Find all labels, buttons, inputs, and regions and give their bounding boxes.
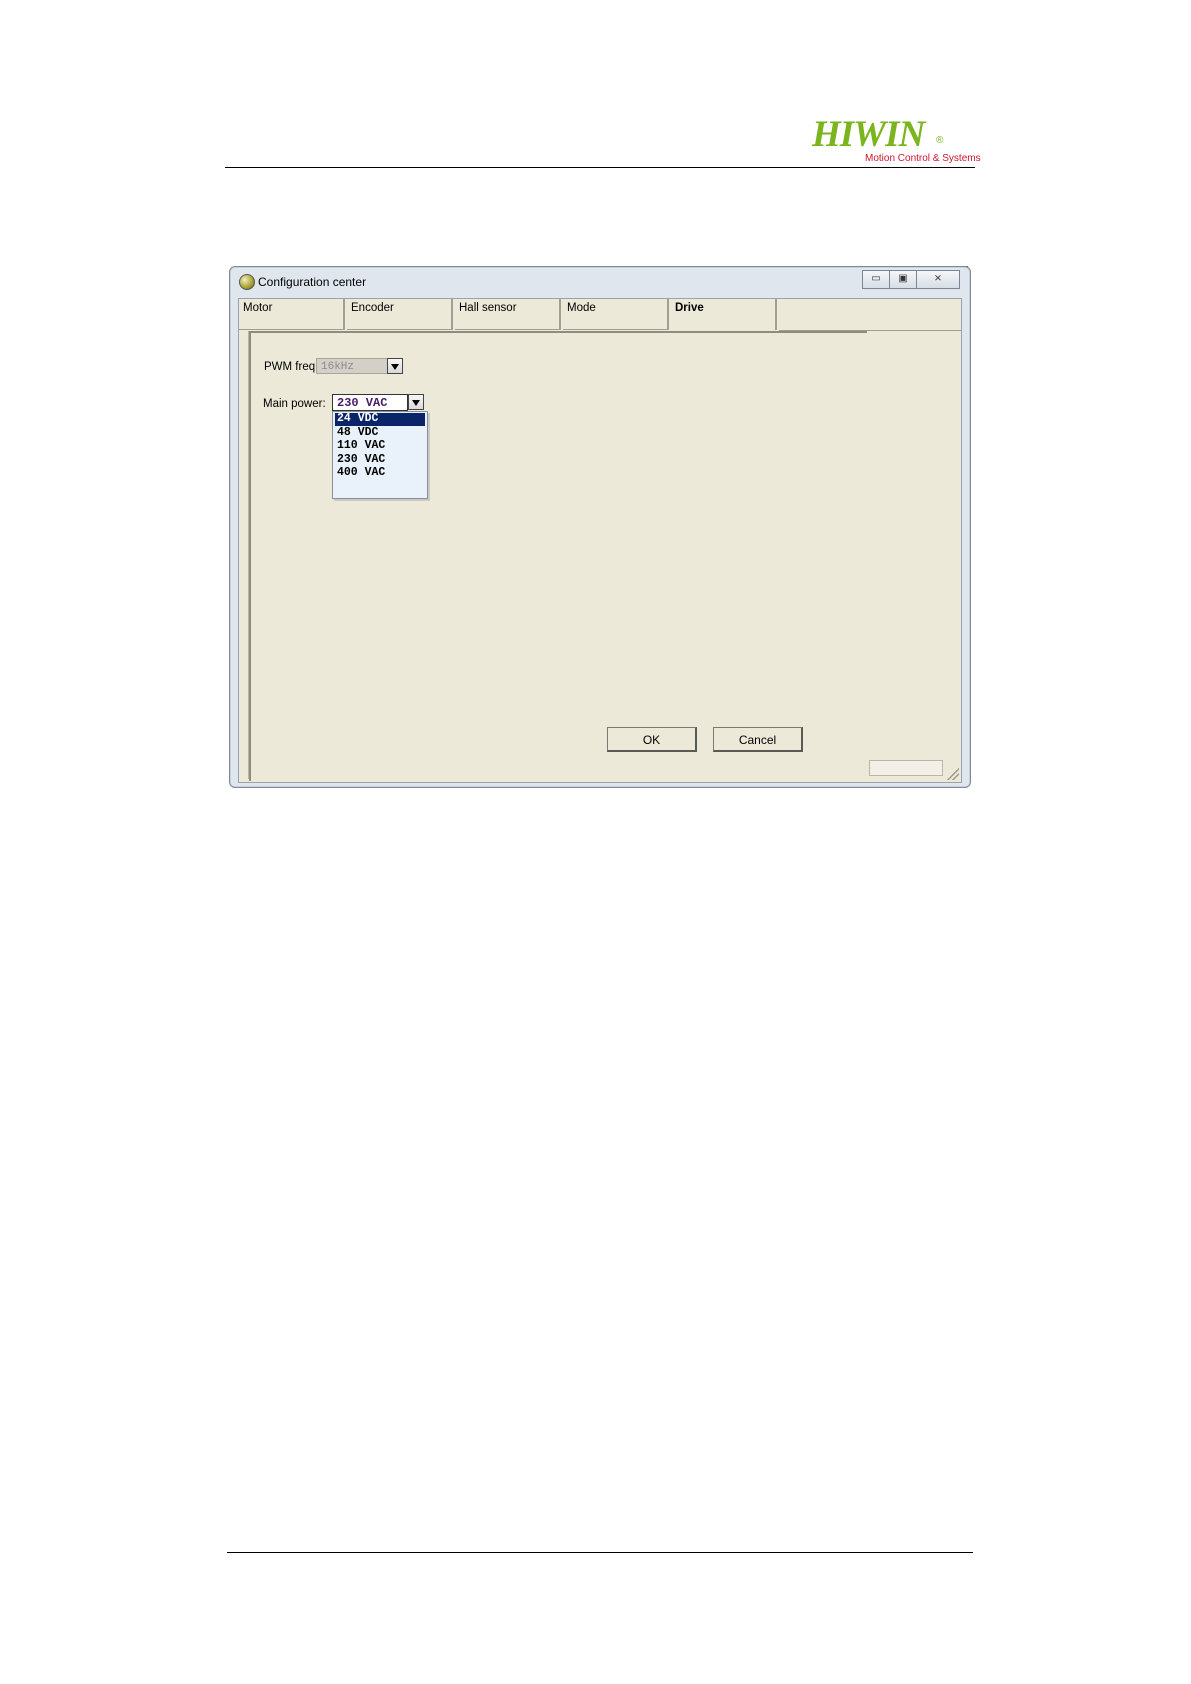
footer-rule	[227, 1552, 973, 1553]
tab-bar: Motor Encoder Hall sensor Mode Drive	[239, 299, 961, 331]
ok-button[interactable]: OK	[607, 727, 697, 752]
tab-encoder[interactable]: Encoder	[347, 299, 453, 330]
main-power-select[interactable]: 230 VAC	[332, 394, 424, 412]
pwm-freq-select[interactable]: 16kHz	[316, 358, 405, 376]
pwm-freq-label: PWM freq.:	[264, 361, 322, 373]
main-power-label: Main power:	[263, 398, 326, 410]
logo-wordmark: HIWIN	[812, 114, 925, 155]
title-bar[interactable]: Configuration center ▭ ▣ ⨯	[230, 267, 970, 295]
status-field	[869, 760, 943, 776]
right-margin	[867, 331, 959, 779]
app-gear-icon	[239, 274, 255, 290]
chevron-down-icon[interactable]	[408, 394, 424, 410]
chevron-down-icon[interactable]	[387, 358, 403, 374]
main-power-dropdown: 24 VDC 48 VDC 110 VAC 230 VAC 400 VAC	[332, 411, 428, 499]
window-client-area: Motor Encoder Hall sensor Mode Drive PWM…	[238, 298, 962, 783]
cancel-button[interactable]: Cancel	[713, 727, 803, 752]
left-margin	[239, 331, 249, 779]
tab-hall-sensor[interactable]: Hall sensor	[455, 299, 561, 330]
window-title: Configuration center	[258, 275, 367, 289]
minimize-button[interactable]: ▭	[862, 270, 890, 289]
tab-mode[interactable]: Mode	[563, 299, 669, 330]
option-110-vac[interactable]: 110 VAC	[335, 439, 425, 453]
option-230-vac[interactable]: 230 VAC	[335, 453, 425, 467]
resize-grip-icon[interactable]	[947, 768, 959, 780]
header-rule	[225, 167, 975, 168]
logo-tagline: Motion Control & Systems	[865, 153, 981, 164]
hiwin-logo: HIWIN ® Motion Control & Systems	[812, 116, 982, 166]
window-controls: ▭ ▣ ⨯	[862, 270, 960, 289]
drive-panel: PWM freq.: 16kHz Main power: 230 VAC 24 …	[249, 331, 868, 781]
option-400-vac[interactable]: 400 VAC	[335, 466, 425, 480]
close-button[interactable]: ⨯	[916, 270, 960, 289]
tab-bar-filler	[779, 299, 961, 331]
tab-motor[interactable]: Motor	[239, 299, 345, 330]
maximize-button[interactable]: ▣	[889, 270, 917, 289]
pwm-freq-value[interactable]: 16kHz	[316, 358, 388, 374]
configuration-window: Configuration center ▭ ▣ ⨯ Motor Encoder…	[229, 266, 971, 788]
main-power-value[interactable]: 230 VAC	[332, 394, 408, 411]
tab-drive[interactable]: Drive	[671, 299, 777, 330]
logo-registered-mark: ®	[936, 135, 944, 146]
option-48-vdc[interactable]: 48 VDC	[335, 426, 425, 440]
option-24-vdc[interactable]: 24 VDC	[335, 412, 425, 426]
